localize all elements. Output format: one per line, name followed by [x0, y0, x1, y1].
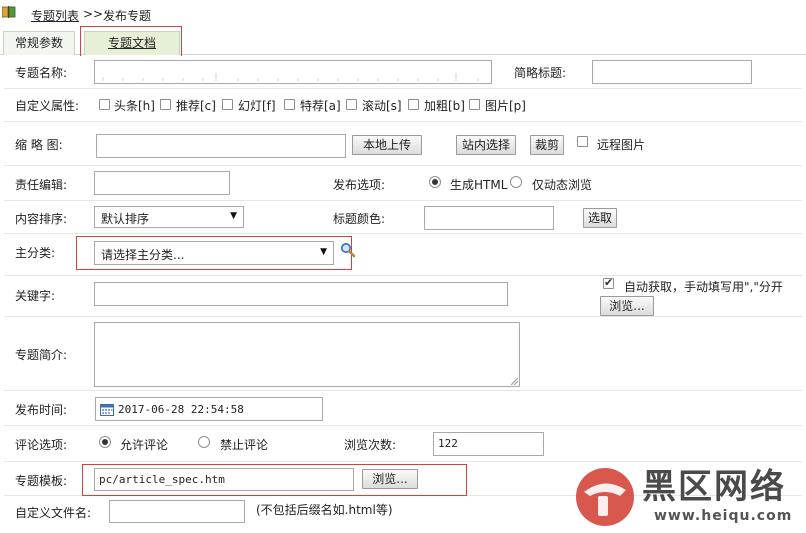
views-label: 浏览次数: [344, 438, 397, 452]
publish-time-input[interactable]: 2017-06-28 22:54:58 [95, 397, 323, 421]
flag-checkbox-b[interactable] [408, 99, 419, 110]
watermark-text: 黑区网络 [642, 467, 786, 507]
sort-label: 内容排序: [15, 212, 68, 226]
summary-label: 专题简介: [15, 348, 68, 362]
flag-label-b: 加粗[b] [424, 99, 465, 113]
breadcrumb: 专题列表 >> 发布专题 [0, 0, 806, 28]
publish-option-label: 发布选项: [333, 178, 386, 192]
keywords-input[interactable] [94, 282, 508, 306]
flag-checkbox-a[interactable] [284, 99, 295, 110]
local-upload-button[interactable]: 本地上传 [352, 135, 422, 155]
flag-label-f: 幻灯[f] [238, 99, 276, 113]
main-category-select[interactable]: 请选择主分类... ▼ [94, 241, 334, 265]
title-input[interactable] [94, 60, 492, 84]
main-category-value: 请选择主分类... [101, 248, 185, 262]
forbid-comment-radio[interactable] [198, 436, 210, 448]
filename-input[interactable] [109, 500, 245, 523]
calendar-icon[interactable] [100, 403, 114, 416]
breadcrumb-separator: >> [83, 7, 104, 21]
publish-html-label: 生成HTML [450, 178, 508, 192]
sort-select[interactable]: 默认排序 ▼ [94, 206, 244, 228]
allow-comment-label: 允许评论 [120, 438, 169, 452]
publish-time-value: 2017-06-28 22:54:58 [118, 403, 244, 416]
auto-keywords-checkbox[interactable] [603, 276, 614, 289]
remote-image-checkbox[interactable] [577, 136, 588, 147]
forbid-comment-label: 禁止评论 [220, 438, 269, 452]
flag-checkbox-f[interactable] [222, 99, 233, 110]
publish-time-label: 发布时间: [15, 403, 68, 417]
template-value: pc/article_spec.htm [99, 473, 225, 486]
filename-label: 自定义文件名: [15, 506, 92, 520]
highlight-box-tab [80, 26, 182, 58]
book-icon [2, 6, 16, 18]
tab-general-params[interactable]: 常规参数 [3, 31, 75, 55]
search-icon[interactable] [340, 242, 356, 258]
dynamic-only-radio[interactable] [510, 176, 522, 188]
thumbnail-input[interactable] [96, 134, 346, 158]
thumbnail-label: 缩 略 图: [15, 138, 63, 152]
chevron-down-icon: ▼ [230, 211, 237, 221]
pick-color-button[interactable]: 选取 [583, 208, 617, 228]
breadcrumb-topic-list-link[interactable]: 专题列表 [31, 7, 79, 24]
allow-comment-radio[interactable] [99, 436, 111, 448]
flag-label-a: 特荐[a] [300, 99, 341, 113]
template-input[interactable]: pc/article_spec.htm [94, 468, 354, 491]
breadcrumb-current: 发布专题 [103, 9, 152, 23]
views-value: 122 [438, 437, 458, 450]
watermark-logo-icon [576, 468, 634, 526]
template-label: 专题模板: [15, 474, 68, 488]
chevron-down-icon: ▼ [320, 247, 327, 257]
title-color-label: 标题颜色: [333, 212, 386, 226]
editor-label: 责任编辑: [15, 178, 68, 192]
flag-checkbox-s[interactable] [346, 99, 357, 110]
watermark-url: www.heiqu.com [654, 508, 793, 524]
flag-label-p: 图片[p] [485, 99, 526, 113]
flag-label-h: 头条[h] [114, 99, 155, 113]
short-title-label: 简略标题: [514, 66, 567, 80]
auto-keywords-label: 自动获取，手动填写用","分开 [624, 280, 783, 294]
main-category-label: 主分类: [15, 246, 56, 260]
flag-checkbox-h[interactable] [99, 99, 110, 110]
crop-button[interactable]: 裁剪 [530, 135, 564, 155]
keywords-label: 关键字: [15, 289, 56, 303]
flag-checkbox-p[interactable] [469, 99, 480, 110]
filename-hint: (不包括后缀名如.html等) [256, 503, 393, 517]
dynamic-only-label: 仅动态浏览 [532, 178, 593, 192]
flag-label-c: 推荐[c] [176, 99, 216, 113]
sort-select-value: 默认排序 [101, 212, 150, 226]
flags-label: 自定义属性: [15, 99, 80, 113]
watermark: 黑区网络 www.heiqu.com [574, 466, 800, 528]
title-color-input[interactable] [424, 206, 554, 230]
editor-input[interactable] [94, 171, 230, 195]
publish-html-radio[interactable] [429, 176, 441, 188]
title-label: 专题名称: [15, 66, 68, 80]
title-ruler-ticks [102, 73, 479, 81]
flag-label-s: 滚动[s] [362, 99, 402, 113]
template-browse-button[interactable]: 浏览... [362, 469, 418, 489]
remote-image-label: 远程图片 [597, 138, 646, 152]
keywords-browse-button[interactable]: 浏览... [600, 296, 654, 316]
flag-checkbox-c[interactable] [160, 99, 171, 110]
summary-textarea[interactable] [94, 322, 520, 387]
site-select-button[interactable]: 站内选择 [456, 135, 516, 155]
comment-label: 评论选项: [15, 438, 68, 452]
resize-handle-icon[interactable] [510, 377, 518, 385]
short-title-input[interactable] [592, 60, 752, 84]
views-input[interactable]: 122 [433, 432, 544, 456]
